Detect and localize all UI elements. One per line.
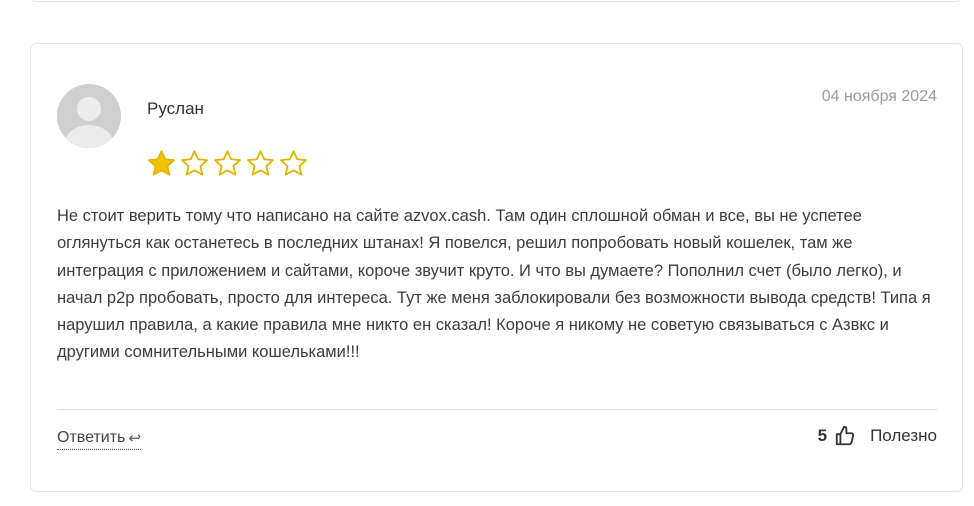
avatar-head-shape <box>77 97 101 121</box>
star-icon-3 <box>214 150 241 176</box>
divider <box>57 409 938 410</box>
star-rating <box>146 148 309 179</box>
reply-arrow-icon: ↩ <box>128 429 141 447</box>
reply-label: Ответить <box>57 429 126 446</box>
review-date: 04 ноября 2024 <box>821 88 937 105</box>
star-icon-1 <box>148 150 175 176</box>
star-icon-4 <box>247 150 274 176</box>
star-icon-2 <box>181 150 208 176</box>
review-text: Не стоит верить тому что написано на сай… <box>57 207 931 362</box>
review-author: Руслан <box>147 99 204 118</box>
helpful-section: 5 Полезно <box>818 425 937 447</box>
avatar-body-shape <box>65 125 113 148</box>
review-card: Руслан 04 ноября 2024 Не стоит верить то… <box>30 43 963 492</box>
thumbs-up-icon[interactable] <box>834 425 856 447</box>
star-icon-5 <box>280 150 307 176</box>
helpful-button[interactable]: Полезно <box>870 426 937 446</box>
previous-review-card-edge <box>30 0 962 2</box>
avatar <box>57 84 121 148</box>
reply-button[interactable]: Ответить ↩ <box>57 429 141 450</box>
likes-count: 5 <box>817 426 828 445</box>
